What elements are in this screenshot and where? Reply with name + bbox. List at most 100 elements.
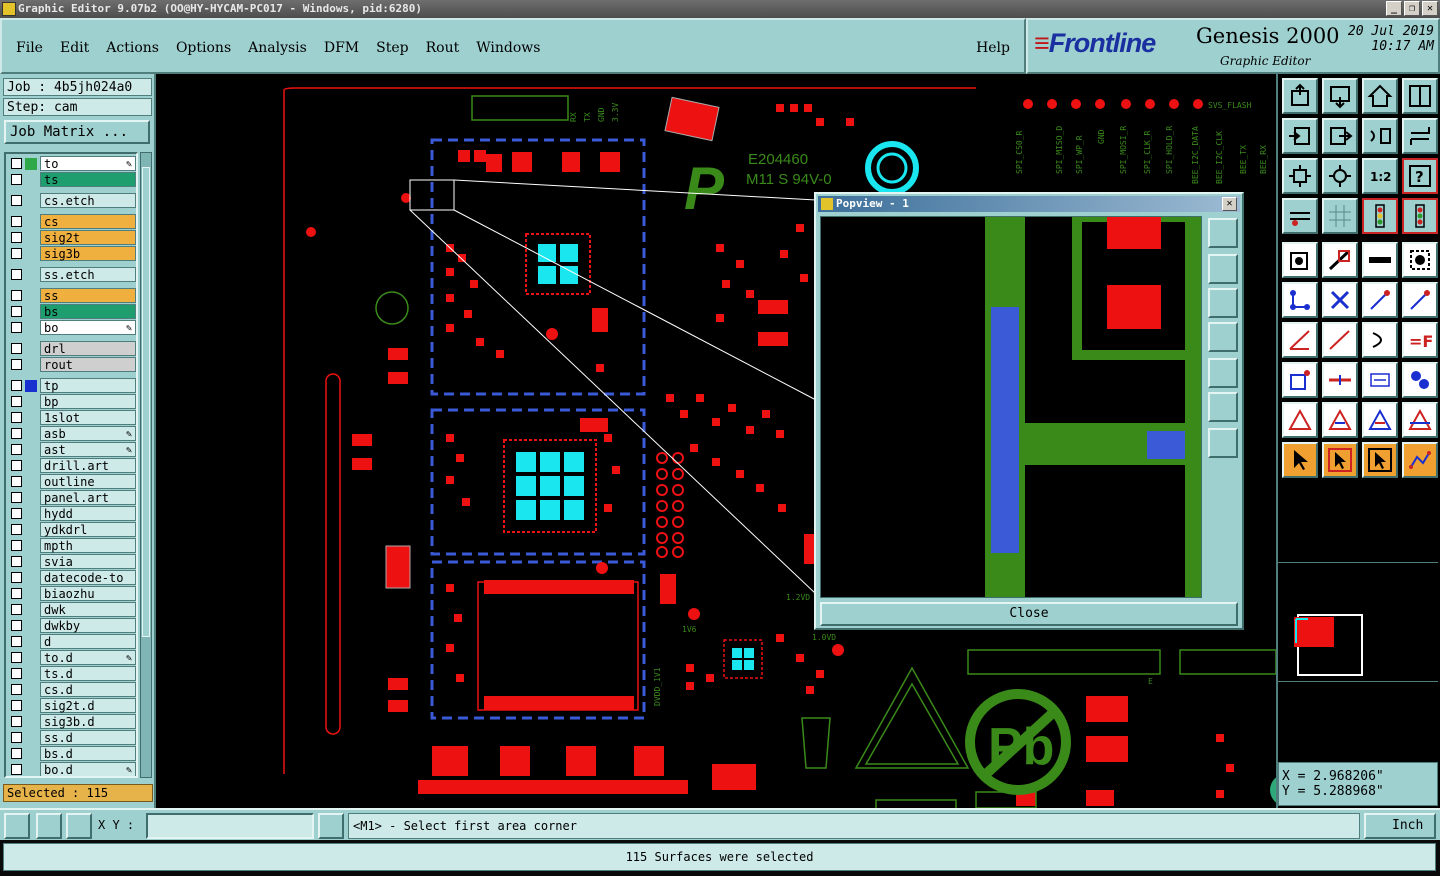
pad-icon[interactable] [1282, 242, 1318, 278]
traffic-icon[interactable] [1362, 198, 1398, 234]
layer-name[interactable]: cs [40, 214, 136, 229]
popview-zoom-in-icon[interactable] [1208, 218, 1238, 248]
layer-row[interactable]: bo ✎ [8, 320, 136, 336]
surface-icon[interactable] [1402, 242, 1438, 278]
save-icon[interactable] [1322, 78, 1358, 114]
layer-row[interactable]: bp [8, 394, 136, 410]
popview-center-icon[interactable] [1208, 428, 1238, 458]
prev-icon[interactable] [1282, 118, 1318, 154]
layer-row[interactable]: datecode-to [8, 570, 136, 586]
group-icon[interactable] [1402, 362, 1438, 398]
layer-name[interactable]: bs [40, 304, 136, 319]
layer-checkbox[interactable] [11, 306, 22, 317]
layer-name[interactable]: panel.art [40, 490, 136, 505]
layer-name[interactable]: ts [40, 172, 136, 187]
menu-edit[interactable]: Edit [60, 40, 89, 56]
layer-row[interactable]: outline [8, 474, 136, 490]
layer-checkbox[interactable] [11, 620, 22, 631]
layer-checkbox[interactable] [11, 508, 22, 519]
layer-checkbox[interactable] [11, 322, 22, 333]
layer-row[interactable]: to.d ✎ [8, 650, 136, 666]
triangle2-icon[interactable] [1322, 402, 1358, 438]
rotate-icon[interactable] [1402, 118, 1438, 154]
popview-close-icon[interactable]: ✕ [1222, 197, 1237, 211]
layer-checkbox[interactable] [11, 412, 22, 423]
menu-windows[interactable]: Windows [476, 40, 540, 56]
layer-name[interactable]: bp [40, 394, 136, 409]
ruler-icon[interactable] [1362, 242, 1398, 278]
layer-row[interactable]: ydkdrl [8, 522, 136, 538]
layer-row[interactable]: bs [8, 304, 136, 320]
layer-checkbox[interactable] [11, 700, 22, 711]
layer-checkbox[interactable] [11, 380, 22, 391]
layer-row[interactable]: ss.etch [8, 267, 136, 283]
layer-row[interactable]: biaozhu [8, 586, 136, 602]
angle-icon[interactable] [1282, 322, 1318, 358]
layer-row[interactable]: cs [8, 214, 136, 230]
popview-fit-icon[interactable] [1208, 392, 1238, 422]
menu-step[interactable]: Step [376, 40, 408, 56]
layer-name[interactable]: datecode-to [40, 570, 136, 585]
layer-name[interactable]: bs.d [40, 746, 136, 761]
layer-checkbox[interactable] [11, 232, 22, 243]
layer-row[interactable]: panel.art [8, 490, 136, 506]
layer-checkbox[interactable] [11, 764, 22, 775]
layer-checkbox[interactable] [11, 195, 22, 206]
triangle3-icon[interactable] [1362, 402, 1398, 438]
layer-checkbox[interactable] [11, 540, 22, 551]
layer-checkbox[interactable] [11, 343, 22, 354]
layer-name[interactable]: ss [40, 288, 136, 303]
layer-row[interactable]: ast ✎ [8, 442, 136, 458]
layer-name[interactable]: biaozhu [40, 586, 136, 601]
line-icon[interactable] [1322, 242, 1358, 278]
popview-pan-down-icon[interactable] [1208, 288, 1238, 318]
help-icon[interactable]: ? [1402, 158, 1438, 194]
layer-row[interactable]: 1slot [8, 410, 136, 426]
slope-icon[interactable] [1322, 322, 1358, 358]
layer-row[interactable]: rout [8, 357, 136, 373]
layer-row[interactable]: ss [8, 288, 136, 304]
layer-name[interactable]: outline [40, 474, 136, 489]
move-icon[interactable] [1362, 282, 1398, 318]
layer-checkbox[interactable] [11, 248, 22, 259]
pointer-area-icon[interactable] [1362, 442, 1398, 478]
layer-checkbox[interactable] [11, 216, 22, 227]
home-icon[interactable] [1362, 78, 1398, 114]
menu-analysis[interactable]: Analysis [248, 40, 307, 56]
layer-name[interactable]: ydkdrl [40, 522, 136, 537]
pointer-icon[interactable] [1282, 442, 1318, 478]
layer-row[interactable]: sig3b [8, 246, 136, 262]
dimension-icon[interactable] [1362, 362, 1398, 398]
connect-icon[interactable] [1282, 282, 1318, 318]
layer-row[interactable]: sig2t.d [8, 698, 136, 714]
layer-name[interactable]: sig2t.d [40, 698, 136, 713]
layer-checkbox[interactable] [11, 359, 22, 370]
xy-input[interactable] [146, 813, 314, 839]
minimize-button[interactable]: _ [1386, 1, 1402, 16]
layer-name[interactable]: sig2t [40, 230, 136, 245]
next-icon[interactable] [1322, 118, 1358, 154]
layer-name[interactable]: ts.d [40, 666, 136, 681]
layer-checkbox[interactable] [11, 588, 22, 599]
layer-name[interactable]: cs.etch [40, 193, 136, 208]
layer-name[interactable]: ast ✎ [40, 442, 136, 457]
snap-mode-icon[interactable] [4, 813, 30, 839]
scroll-thumb[interactable] [142, 167, 150, 637]
layer-name[interactable]: dwkby [40, 618, 136, 633]
job-matrix-button[interactable]: Job Matrix ... [4, 120, 150, 144]
layer-checkbox[interactable] [11, 636, 22, 647]
layer-checkbox[interactable] [11, 396, 22, 407]
menu-file[interactable]: File [16, 40, 43, 56]
layer-row[interactable]: dwkby [8, 618, 136, 634]
window-icon[interactable] [1402, 78, 1438, 114]
layer-name[interactable]: dwk [40, 602, 136, 617]
layer-row[interactable]: tp [8, 378, 136, 394]
fit-icon[interactable] [1282, 158, 1318, 194]
layer-color-swatch[interactable] [25, 158, 37, 170]
layer-checkbox[interactable] [11, 269, 22, 280]
layer-row[interactable]: asb ✎ [8, 426, 136, 442]
layer-name[interactable]: 1slot [40, 410, 136, 425]
layer-checkbox[interactable] [11, 716, 22, 727]
menu-help[interactable]: Help [976, 40, 1010, 56]
popview-pan-right-icon[interactable] [1208, 358, 1238, 388]
